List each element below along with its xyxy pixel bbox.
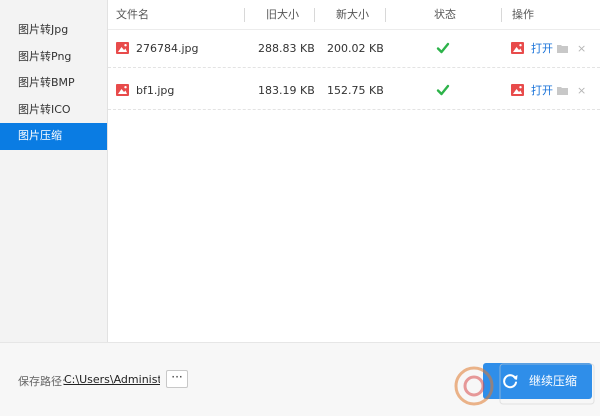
close-icon[interactable]: × (577, 72, 586, 110)
file-name: bf1.jpg (136, 84, 175, 97)
browse-button[interactable]: ··· (166, 370, 188, 388)
sidebar-item-to-jpg[interactable]: 图片转Jpg (0, 17, 107, 44)
table-header: 文件名 旧大小 新大小 状态 操作 (108, 0, 600, 30)
refresh-icon (503, 374, 518, 389)
column-divider[interactable] (501, 8, 502, 22)
image-file-icon (116, 42, 129, 54)
new-size: 152.75 KB (327, 84, 384, 97)
new-size: 200.02 KB (327, 42, 384, 55)
compress-button-label: 继续压缩 (529, 374, 578, 388)
sidebar-item-to-ico[interactable]: 图片转ICO (0, 97, 107, 124)
footer-bar: 保存路径: C:\Users\Administrat ··· 继续压缩 (0, 342, 600, 416)
sidebar-item-to-bmp[interactable]: 图片转BMP (0, 70, 107, 97)
check-icon (436, 42, 450, 54)
column-divider[interactable] (385, 8, 386, 22)
header-status: 状态 (434, 8, 456, 21)
header-action: 操作 (512, 8, 534, 21)
header-filename: 文件名 (116, 8, 149, 21)
sidebar-item-to-png[interactable]: 图片转Png (0, 44, 107, 71)
image-file-icon (116, 84, 129, 96)
old-size: 288.83 KB (258, 42, 315, 55)
continue-compress-button[interactable]: 继续压缩 (483, 363, 592, 399)
save-path-label: 保存路径: (18, 375, 66, 388)
open-link[interactable]: 打开 (531, 30, 553, 68)
header-old-size: 旧大小 (266, 8, 299, 21)
image-icon[interactable] (511, 42, 524, 54)
image-icon[interactable] (511, 84, 524, 96)
column-divider[interactable] (314, 8, 315, 22)
save-path-link[interactable]: C:\Users\Administrat (64, 373, 160, 386)
open-link[interactable]: 打开 (531, 72, 553, 110)
header-new-size: 新大小 (336, 8, 369, 21)
folder-icon[interactable] (557, 44, 568, 53)
column-divider[interactable] (244, 8, 245, 22)
sidebar-item-compress[interactable]: 图片压缩 (0, 123, 107, 150)
close-icon[interactable]: × (577, 30, 586, 68)
folder-icon[interactable] (557, 86, 568, 95)
sidebar: 图片转Jpg 图片转Png 图片转BMP 图片转ICO 图片压缩 (0, 0, 108, 342)
table-row: bf1.jpg 183.19 KB 152.75 KB 打开 × (108, 72, 600, 110)
old-size: 183.19 KB (258, 84, 315, 97)
check-icon (436, 84, 450, 96)
file-name: 276784.jpg (136, 42, 199, 55)
file-table: 文件名 旧大小 新大小 状态 操作 276784.jpg 288.83 KB 2… (108, 0, 600, 342)
table-row: 276784.jpg 288.83 KB 200.02 KB 打开 × (108, 30, 600, 68)
